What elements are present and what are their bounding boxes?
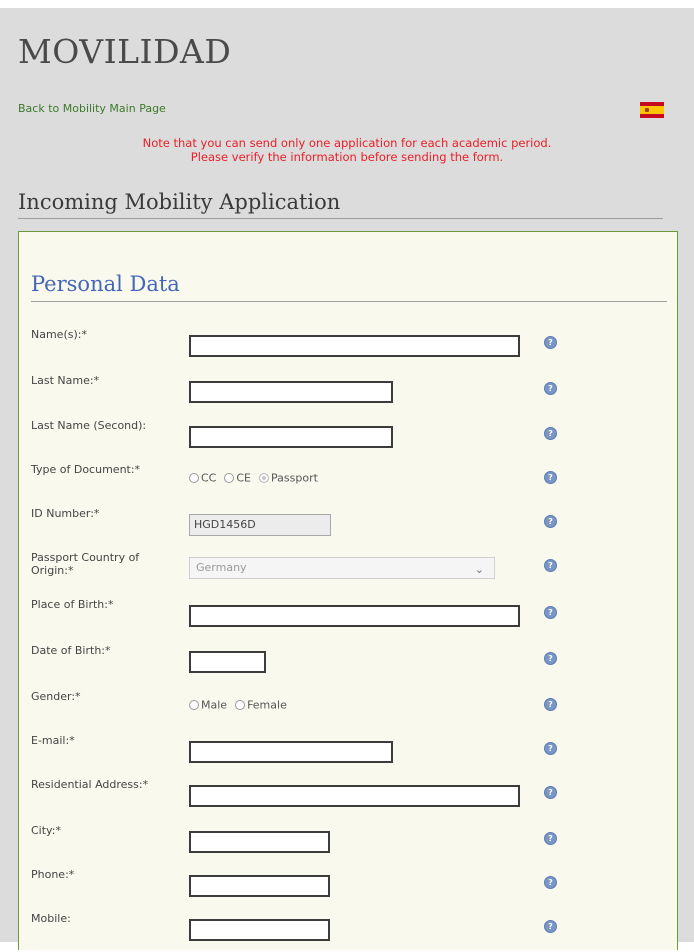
section-title-personal-data: Personal Data	[31, 272, 667, 302]
help-icon[interactable]: ?	[544, 786, 557, 799]
document-type-row: Type of Document:* CC CE Passport ?	[19, 463, 679, 503]
date-of-birth-label: Date of Birth:*	[31, 644, 111, 657]
help-icon[interactable]: ?	[544, 515, 557, 528]
document-type-cc-option[interactable]: CC	[189, 471, 216, 485]
address-input[interactable]	[189, 784, 520, 807]
help-icon[interactable]: ?	[544, 336, 557, 349]
gender-female-option[interactable]: Female	[235, 698, 287, 712]
last-name-row: Last Name:* ?	[19, 374, 679, 414]
phone-input[interactable]	[189, 874, 330, 897]
id-number-input[interactable]	[189, 513, 331, 536]
help-icon[interactable]: ?	[544, 920, 557, 933]
place-of-birth-input[interactable]	[189, 604, 520, 627]
chevron-down-icon: ⌄	[474, 563, 484, 576]
help-icon[interactable]: ?	[544, 606, 557, 619]
address-row: Residential Address:* ?	[19, 778, 679, 818]
phone-label: Phone:*	[31, 868, 75, 881]
email-label: E-mail:*	[31, 734, 75, 747]
date-of-birth-row: Date of Birth:* ?	[19, 644, 679, 684]
last-name-label: Last Name:*	[31, 374, 100, 387]
passport-country-select[interactable]: Germany ⌄	[189, 557, 495, 579]
mobile-input[interactable]	[189, 918, 330, 941]
place-of-birth-label: Place of Birth:*	[31, 598, 114, 611]
email-row: E-mail:* ?	[19, 734, 679, 774]
gender-label: Gender:*	[31, 690, 81, 703]
last-name-input[interactable]	[189, 380, 393, 403]
notice-line-2: Please verify the information before sen…	[190, 150, 504, 164]
radio-button[interactable]	[235, 700, 246, 710]
personal-data-panel: Personal Data Name(s):* ? Last Name:* ? …	[18, 231, 678, 950]
date-of-birth-input[interactable]	[189, 650, 266, 673]
page-background: MOVILIDAD Back to Mobility Main Page Not…	[0, 8, 694, 950]
last-name-second-input[interactable]	[189, 425, 393, 448]
gender-radio-group: Male Female	[189, 698, 287, 712]
help-icon[interactable]: ?	[544, 471, 557, 484]
name-input[interactable]	[189, 334, 520, 357]
gender-male-option[interactable]: Male	[189, 698, 227, 712]
mobile-label: Mobile:	[31, 912, 71, 925]
help-icon[interactable]: ?	[544, 742, 557, 755]
gender-row: Gender:* Male Female ?	[19, 690, 679, 730]
document-type-label: Type of Document:*	[31, 463, 141, 476]
city-label: City:*	[31, 824, 61, 837]
document-type-radio-group: CC CE Passport	[189, 471, 318, 485]
phone-row: Phone:* ?	[19, 868, 679, 908]
notice-line-1: Note that you can send only one applicat…	[142, 136, 552, 150]
help-icon[interactable]: ?	[544, 427, 557, 440]
help-icon[interactable]: ?	[544, 559, 557, 572]
id-number-row: ID Number:* ?	[19, 507, 679, 547]
help-icon[interactable]: ?	[544, 698, 557, 711]
last-name-second-row: Last Name (Second): ?	[19, 419, 679, 459]
document-type-ce-option[interactable]: CE	[224, 471, 251, 485]
last-name-second-label: Last Name (Second):	[31, 419, 147, 432]
name-row: Name(s):* ?	[19, 328, 679, 368]
passport-country-label: Passport Country of Origin:*	[31, 551, 140, 577]
address-label: Residential Address:*	[31, 778, 149, 791]
radio-button[interactable]	[189, 700, 199, 710]
place-of-birth-row: Place of Birth:* ?	[19, 598, 679, 638]
name-label: Name(s):*	[31, 328, 87, 341]
help-icon[interactable]: ?	[544, 652, 557, 665]
back-to-mobility-link[interactable]: Back to Mobility Main Page	[18, 102, 166, 115]
spain-flag-icon[interactable]	[640, 102, 664, 118]
city-row: City:* ?	[19, 824, 679, 864]
city-input[interactable]	[189, 830, 330, 853]
help-icon[interactable]: ?	[544, 382, 557, 395]
email-field[interactable]	[189, 740, 393, 763]
id-number-label: ID Number:*	[31, 507, 100, 520]
passport-country-value: Germany	[196, 561, 247, 574]
mobile-row: Mobile: ?	[19, 912, 679, 952]
radio-button[interactable]	[224, 473, 235, 483]
notice-message: Note that you can send only one applicat…	[0, 136, 694, 164]
radio-button[interactable]	[189, 473, 199, 483]
help-icon[interactable]: ?	[544, 832, 557, 845]
passport-country-row: Passport Country of Origin:* Germany ⌄ ?	[19, 551, 679, 591]
page-title: Incoming Mobility Application	[18, 190, 663, 219]
document-type-passport-option[interactable]: Passport	[259, 471, 318, 485]
help-icon[interactable]: ?	[544, 876, 557, 889]
site-title: MOVILIDAD	[18, 32, 232, 71]
radio-button-checked[interactable]	[259, 473, 270, 483]
